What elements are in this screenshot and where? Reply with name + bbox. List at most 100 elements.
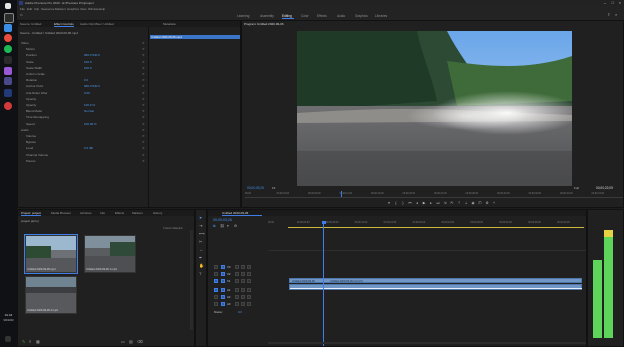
workspace-tab-editing[interactable]: Editing bbox=[282, 14, 292, 18]
reset-icon[interactable]: ↺ bbox=[142, 109, 145, 113]
play-icon[interactable]: ▶ bbox=[422, 201, 426, 205]
fit-dropdown[interactable]: Fit bbox=[272, 186, 275, 190]
reset-icon[interactable]: ↺ bbox=[142, 122, 145, 126]
effect-property-value[interactable]: 0.0 dB bbox=[84, 146, 93, 150]
reset-icon[interactable]: ↺ bbox=[142, 66, 145, 70]
step-back-icon[interactable]: ◂ bbox=[415, 201, 419, 205]
add-icon[interactable]: + bbox=[492, 201, 496, 205]
home-icon[interactable]: ⌂ bbox=[20, 13, 24, 17]
eye-icon[interactable] bbox=[247, 288, 251, 292]
reset-icon[interactable]: ↺ bbox=[142, 91, 145, 95]
sync-icon[interactable] bbox=[241, 302, 245, 306]
reset-icon[interactable]: ↺ bbox=[142, 72, 145, 76]
track-target-a2[interactable] bbox=[221, 295, 225, 299]
list-view-icon[interactable]: ≡ bbox=[29, 339, 33, 344]
app-icon[interactable] bbox=[4, 67, 12, 75]
track-target-v3[interactable] bbox=[221, 265, 225, 269]
close-icon[interactable]: × bbox=[619, 0, 621, 5]
eye-icon[interactable] bbox=[247, 279, 251, 283]
sync-icon[interactable] bbox=[241, 295, 245, 299]
program-monitor-title[interactable]: Program: Untitled 2020-09-06 bbox=[244, 22, 284, 26]
overwrite-icon[interactable]: ⇱ bbox=[450, 201, 454, 205]
eye-icon[interactable] bbox=[247, 265, 251, 269]
eye-icon[interactable] bbox=[247, 302, 251, 306]
premiere-pro-icon[interactable] bbox=[4, 89, 12, 97]
effect-property-value[interactable]: 100.0 % bbox=[84, 103, 95, 107]
effect-property-value[interactable]: 960.0 540.0 bbox=[84, 84, 100, 88]
project-clip-thumbnail[interactable]: Untitled 2020-09-06 2.mp4 bbox=[25, 276, 77, 314]
app-icon-2[interactable] bbox=[4, 77, 12, 85]
workspace-tab-assembly[interactable]: Assembly bbox=[260, 14, 274, 18]
eye-icon[interactable] bbox=[247, 295, 251, 299]
quality-dropdown[interactable]: Full bbox=[574, 186, 579, 190]
pencil-icon[interactable]: ✎ bbox=[22, 339, 26, 344]
search-icon[interactable] bbox=[4, 13, 14, 23]
timeline-ruler[interactable]: 00;00 00;00;04;00 00;00;08;00 00;00;12;00 00… bbox=[268, 221, 586, 226]
program-timecode[interactable]: 00;00;03;26 bbox=[247, 186, 264, 190]
source-patch-v1[interactable] bbox=[214, 279, 218, 283]
selection-tool-icon[interactable]: ➤ bbox=[199, 215, 202, 220]
lock-icon[interactable] bbox=[235, 295, 239, 299]
workspace-tab-audio[interactable]: Audio bbox=[337, 14, 345, 18]
source-patch-a3[interactable] bbox=[214, 302, 218, 306]
playhead-handle[interactable] bbox=[321, 221, 326, 224]
reset-icon[interactable]: ↺ bbox=[142, 41, 145, 45]
tab-audio-clip-mixer[interactable]: Audio Clip Mixer: Untitled bbox=[80, 22, 114, 26]
reset-icon[interactable]: ↺ bbox=[142, 103, 145, 107]
tab-media-browser[interactable]: Media Browser bbox=[51, 211, 71, 215]
add-marker-icon[interactable]: ▾ bbox=[227, 224, 229, 228]
ripple-edit-tool-icon[interactable]: ⟷ bbox=[199, 231, 205, 236]
timeline-timecode[interactable]: 00;00;03;26 bbox=[213, 218, 232, 222]
tab-info[interactable]: Info bbox=[100, 211, 105, 215]
icon-view-icon[interactable]: ▦ bbox=[36, 339, 40, 344]
track-select-tool-icon[interactable]: ⇥ bbox=[199, 223, 202, 228]
minimize-icon[interactable]: – bbox=[604, 0, 606, 5]
reset-icon[interactable]: ↺ bbox=[142, 78, 145, 82]
project-scrollbar[interactable] bbox=[190, 230, 193, 330]
lock-icon[interactable] bbox=[235, 272, 239, 276]
lock-icon[interactable] bbox=[235, 265, 239, 269]
effect-property-value[interactable]: 100.0 bbox=[84, 60, 92, 64]
reset-icon[interactable]: ↺ bbox=[142, 115, 145, 119]
track-target-v2[interactable] bbox=[221, 272, 225, 276]
linked-selection-icon[interactable]: ⛓ bbox=[220, 224, 225, 228]
tab-markers[interactable]: Markers bbox=[132, 211, 143, 215]
windows-start-icon[interactable] bbox=[5, 3, 11, 9]
razor-tool-icon[interactable]: ✂ bbox=[199, 239, 202, 244]
insert-icon[interactable]: ⇲ bbox=[443, 201, 447, 205]
effect-property-value[interactable]: 100.0 bbox=[84, 66, 92, 70]
sync-icon[interactable] bbox=[241, 279, 245, 283]
out-icon[interactable]: } bbox=[401, 201, 405, 205]
audio-clip-a1[interactable] bbox=[289, 284, 582, 290]
source-patch-a2[interactable] bbox=[214, 295, 218, 299]
wrench-icon[interactable]: ⚙ bbox=[234, 224, 237, 228]
workspace-tab-learning[interactable]: Learning bbox=[237, 14, 249, 18]
task-view-icon[interactable] bbox=[4, 24, 12, 32]
extract-icon[interactable]: ⇣ bbox=[464, 201, 468, 205]
source-patch-v3[interactable] bbox=[214, 265, 218, 269]
reset-icon[interactable]: ↺ bbox=[142, 47, 145, 51]
lift-icon[interactable]: ⇡ bbox=[457, 201, 461, 205]
effect-property-value[interactable]: 960.0 540.0 bbox=[84, 53, 100, 57]
workspace-tab-color[interactable]: Color bbox=[301, 14, 309, 18]
workspace-tab-libraries[interactable]: Libraries bbox=[375, 14, 387, 18]
go-to-in-icon[interactable]: ⏮ bbox=[408, 201, 412, 205]
work-area-bar[interactable] bbox=[288, 227, 584, 228]
export-icon[interactable]: ⇪ bbox=[607, 13, 611, 17]
search-icon[interactable]: ⌕ bbox=[615, 13, 619, 17]
tab-history[interactable]: History bbox=[153, 211, 162, 215]
reset-icon[interactable]: ↺ bbox=[142, 159, 145, 163]
program-scrollbar[interactable] bbox=[245, 197, 623, 198]
compare-icon[interactable]: ⧠ bbox=[478, 201, 482, 205]
hand-tool-icon[interactable]: ✋ bbox=[199, 263, 204, 268]
track-target-a3[interactable] bbox=[221, 302, 225, 306]
sync-icon[interactable] bbox=[241, 272, 245, 276]
reset-icon[interactable]: ↺ bbox=[142, 53, 145, 57]
new-item-icon[interactable]: ▤ bbox=[129, 339, 133, 344]
reset-icon[interactable]: ↺ bbox=[142, 153, 145, 157]
reset-icon[interactable]: ↺ bbox=[142, 140, 145, 144]
lock-icon[interactable] bbox=[235, 302, 239, 306]
sync-icon[interactable] bbox=[241, 288, 245, 292]
tab-source[interactable]: Source: Untitled bbox=[20, 22, 41, 26]
in-icon[interactable]: { bbox=[394, 201, 398, 205]
